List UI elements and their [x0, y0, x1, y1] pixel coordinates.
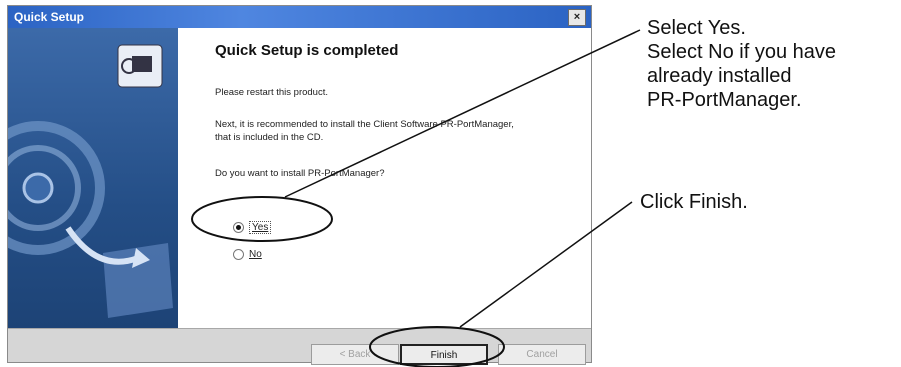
annotation-select-no-2: already installed	[647, 65, 792, 87]
annotation-select-no-3: PR-PortManager.	[647, 89, 802, 111]
annotation-select-yes: Select Yes.	[647, 17, 746, 39]
yes-highlight-ellipse	[191, 196, 333, 242]
yes-callout-line	[284, 29, 641, 198]
annotation-click-finish: Click Finish.	[640, 191, 748, 213]
annotation-select-no-1: Select No if you have	[647, 41, 836, 63]
finish-highlight-ellipse	[369, 326, 505, 367]
finish-callout-line	[459, 201, 633, 328]
